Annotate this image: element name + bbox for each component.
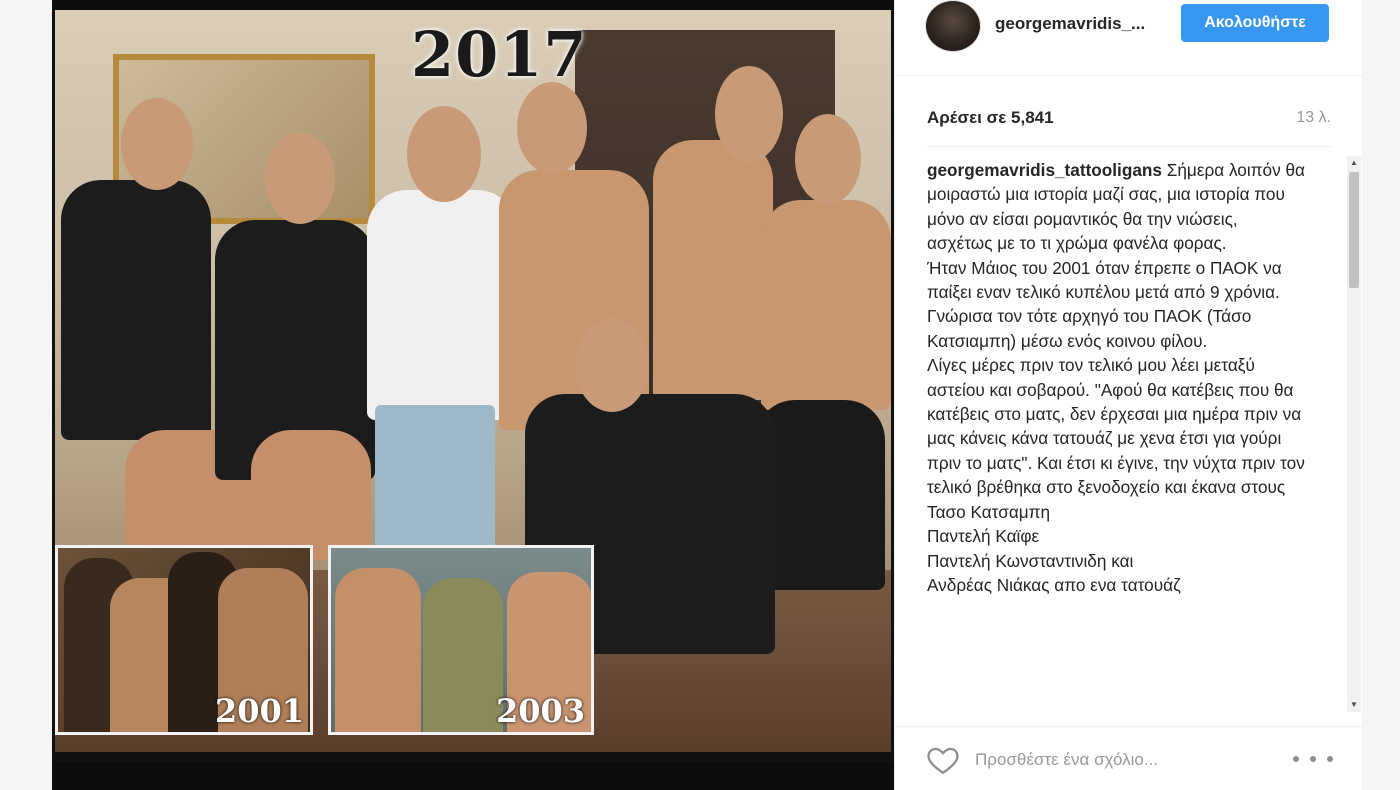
- more-options-icon[interactable]: [1293, 749, 1333, 769]
- scroll-down-arrow-icon[interactable]: ▼: [1347, 698, 1361, 712]
- more-dot: [1327, 756, 1333, 762]
- likes-row: Αρέσει σε 5,841 13 λ.: [927, 108, 1331, 132]
- year-label-2001: 2001: [214, 692, 304, 730]
- heart-icon[interactable]: [925, 743, 961, 777]
- comment-bar: [895, 726, 1363, 790]
- caption-scroll-area[interactable]: georgemavridis_tattooligans Σήμερα λοιπό…: [927, 158, 1353, 714]
- comment-input[interactable]: [975, 747, 1275, 773]
- person-3-head: [407, 106, 481, 202]
- inset-photo-2001: 2001: [55, 545, 313, 735]
- scroll-up-arrow-icon[interactable]: ▲: [1347, 156, 1361, 170]
- person-6-head: [795, 114, 861, 204]
- caption-body: Σήμερα λοιπόν θα μοιραστώ μια ιστορία μα…: [927, 160, 1305, 595]
- year-label-2017: 2017: [411, 18, 588, 91]
- follow-button[interactable]: Ακολουθήστε: [1181, 4, 1329, 42]
- person-1: [61, 180, 211, 440]
- post-header: georgemavridis_... Ακολουθήστε: [895, 0, 1363, 76]
- caption-text: georgemavridis_tattooligans Σήμερα λοιπό…: [927, 158, 1307, 597]
- inset-photo-2003: 2003: [328, 545, 594, 735]
- person-7-head: [575, 318, 649, 412]
- likes-count[interactable]: Αρέσει σε 5,841: [927, 108, 1054, 128]
- post-time[interactable]: 13 λ.: [1296, 109, 1331, 127]
- person-4-head: [517, 82, 587, 174]
- person-6: [761, 200, 891, 410]
- person-3: [367, 190, 517, 420]
- person-5: [653, 140, 773, 400]
- person-2-head: [265, 132, 335, 224]
- photo-border-bottom: [52, 762, 894, 790]
- divider: [927, 146, 1331, 147]
- more-dot: [1310, 756, 1316, 762]
- person-1-head: [121, 98, 193, 190]
- header-username[interactable]: georgemavridis_...: [995, 14, 1145, 34]
- avatar[interactable]: [925, 0, 981, 52]
- person-5-head: [715, 66, 783, 162]
- inset-2003-person-1: [335, 568, 421, 732]
- caption-scrollbar[interactable]: ▲ ▼: [1347, 156, 1361, 712]
- more-dot: [1293, 756, 1299, 762]
- person-2-legs: [251, 430, 371, 560]
- post-photo[interactable]: 2017 2001 2003: [52, 0, 894, 790]
- post-side-panel: georgemavridis_... Ακολουθήστε Αρέσει σε…: [894, 0, 1363, 790]
- photo-collage-main: 2017 2001 2003: [55, 10, 891, 752]
- scrollbar-thumb[interactable]: [1349, 172, 1359, 288]
- photo-border-top: [52, 0, 894, 10]
- person-3-jeans: [375, 405, 495, 555]
- inset-2003-person-2: [423, 578, 503, 732]
- year-label-2003: 2003: [495, 692, 585, 730]
- caption-username[interactable]: georgemavridis_tattooligans: [927, 160, 1162, 180]
